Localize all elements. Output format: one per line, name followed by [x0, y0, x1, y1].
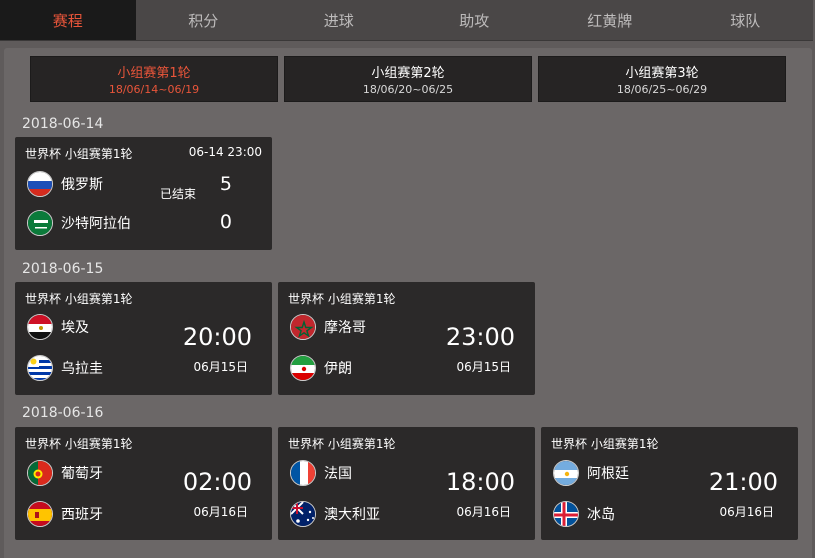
spain-flag-icon: [27, 501, 53, 527]
round-dates: 18/06/25~06/29: [616, 83, 708, 96]
match-status: 已结束: [160, 187, 197, 201]
schedule-panel: 小组赛第1轮 18/06/14~06/19 小组赛第2轮 18/06/20~06…: [4, 48, 812, 558]
tab-assists[interactable]: 助攻: [407, 0, 543, 40]
top-tab-bar: 赛程 积分 进球 助攻 红黄牌 球队: [0, 0, 813, 41]
argentina-flag-icon: [553, 460, 579, 486]
australia-flag-icon: [290, 501, 316, 527]
round-dates: 18/06/20~06/25: [362, 83, 454, 96]
away-team: 沙特阿拉伯: [27, 209, 131, 237]
match-date: 06月15日: [193, 360, 248, 374]
home-score: 5: [219, 173, 232, 195]
team-name: 阿根廷: [587, 466, 629, 482]
competition-label: 世界杯 小组赛第1轮: [25, 147, 133, 161]
date-heading: 2018-06-16: [22, 405, 104, 421]
away-score: 0: [219, 211, 232, 233]
away-team: 西班牙: [27, 500, 103, 528]
round-name: 小组赛第1轮: [117, 66, 191, 81]
team-name: 冰岛: [587, 507, 615, 523]
home-team: 埃及: [27, 313, 89, 341]
iceland-flag-icon: [553, 501, 579, 527]
round-name: 小组赛第3轮: [625, 66, 699, 81]
morocco-flag-icon: [290, 314, 316, 340]
home-team: 阿根廷: [553, 459, 629, 487]
team-name: 葡萄牙: [61, 466, 103, 482]
round-dates: 18/06/14~06/19: [108, 83, 200, 96]
match-card-france-australia[interactable]: 世界杯 小组赛第1轮 法国 澳大利亚 18:00 06月16日: [278, 427, 535, 540]
russia-flag-icon: [27, 171, 53, 197]
team-name: 埃及: [61, 320, 89, 336]
match-time: 23:00: [445, 323, 515, 351]
home-team: 俄罗斯: [27, 170, 103, 198]
uruguay-flag-icon: [27, 355, 53, 381]
match-date: 06月15日: [456, 360, 511, 374]
home-team: 摩洛哥: [290, 313, 366, 341]
tab-teams[interactable]: 球队: [678, 0, 814, 40]
team-name: 摩洛哥: [324, 320, 366, 336]
team-name: 西班牙: [61, 507, 103, 523]
match-card-portugal-spain[interactable]: 世界杯 小组赛第1轮 葡萄牙 西班牙 02:00 06月16日: [15, 427, 272, 540]
kickoff-time: 06-14 23:00: [188, 145, 262, 159]
match-date: 06月16日: [193, 505, 248, 519]
team-name: 澳大利亚: [324, 507, 380, 523]
away-team: 澳大利亚: [290, 500, 380, 528]
date-heading: 2018-06-14: [22, 116, 104, 132]
iran-flag-icon: [290, 355, 316, 381]
match-card-egypt-uruguay[interactable]: 世界杯 小组赛第1轮 埃及 乌拉圭 20:00 06月15日: [15, 282, 272, 395]
tab-schedule[interactable]: 赛程: [0, 0, 136, 40]
match-time: 20:00: [182, 323, 252, 351]
portugal-flag-icon: [27, 460, 53, 486]
saudi-arabia-flag-icon: [27, 210, 53, 236]
competition-label: 世界杯 小组赛第1轮: [25, 437, 133, 451]
round-name: 小组赛第2轮: [371, 66, 445, 81]
round-2-button[interactable]: 小组赛第2轮 18/06/20~06/25: [284, 56, 532, 102]
away-team: 伊朗: [290, 354, 352, 382]
match-time: 21:00: [708, 468, 778, 496]
home-team: 法国: [290, 459, 352, 487]
match-time: 02:00: [182, 468, 252, 496]
team-name: 俄罗斯: [61, 177, 103, 193]
match-date: 06月16日: [719, 505, 774, 519]
round-selector: 小组赛第1轮 18/06/14~06/19 小组赛第2轮 18/06/20~06…: [30, 56, 786, 102]
match-card-argentina-iceland[interactable]: 世界杯 小组赛第1轮 阿根廷 冰岛 21:00 06月16日: [541, 427, 798, 540]
competition-label: 世界杯 小组赛第1轮: [288, 437, 396, 451]
match-date: 06月16日: [456, 505, 511, 519]
team-name: 法国: [324, 466, 352, 482]
round-3-button[interactable]: 小组赛第3轮 18/06/25~06/29: [538, 56, 786, 102]
tab-standings[interactable]: 积分: [136, 0, 272, 40]
round-1-button[interactable]: 小组赛第1轮 18/06/14~06/19: [30, 56, 278, 102]
date-heading: 2018-06-15: [22, 261, 104, 277]
away-team: 乌拉圭: [27, 354, 103, 382]
competition-label: 世界杯 小组赛第1轮: [288, 292, 396, 306]
match-time: 18:00: [445, 468, 515, 496]
team-name: 伊朗: [324, 361, 352, 377]
competition-label: 世界杯 小组赛第1轮: [25, 292, 133, 306]
competition-label: 世界杯 小组赛第1轮: [551, 437, 659, 451]
france-flag-icon: [290, 460, 316, 486]
tab-goals[interactable]: 进球: [271, 0, 407, 40]
egypt-flag-icon: [27, 314, 53, 340]
match-card-russia-saudi[interactable]: 世界杯 小组赛第1轮 06-14 23:00 俄罗斯 沙特阿拉伯 5 已结束 0: [15, 137, 272, 250]
team-name: 沙特阿拉伯: [61, 216, 131, 232]
home-team: 葡萄牙: [27, 459, 103, 487]
match-card-morocco-iran[interactable]: 世界杯 小组赛第1轮 摩洛哥 伊朗 23:00 06月15日: [278, 282, 535, 395]
away-team: 冰岛: [553, 500, 615, 528]
tab-cards[interactable]: 红黄牌: [542, 0, 678, 40]
team-name: 乌拉圭: [61, 361, 103, 377]
